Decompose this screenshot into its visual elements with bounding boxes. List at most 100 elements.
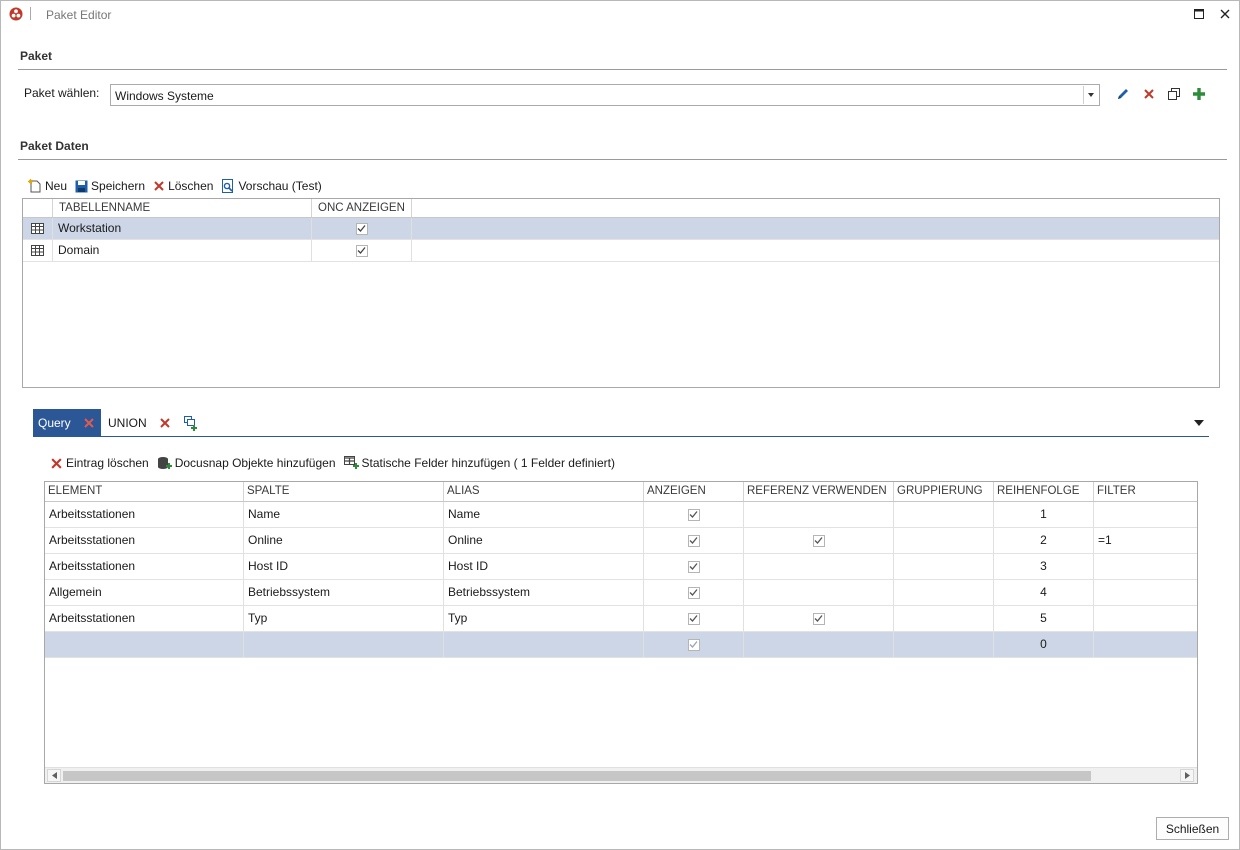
column-header[interactable]: ALIAS	[444, 482, 644, 501]
element-cell[interactable]	[45, 632, 244, 657]
column-header[interactable]: SPALTE	[244, 482, 444, 501]
column-header[interactable]: REFERENZ VERWENDEN	[744, 482, 894, 501]
reihenfolge-cell[interactable]: 3	[994, 554, 1094, 579]
onc-checkbox[interactable]	[312, 218, 412, 239]
column-header[interactable]: FILTER	[1094, 482, 1197, 501]
anzeigen-cell[interactable]	[644, 580, 744, 605]
reihenfolge-cell[interactable]: 0	[994, 632, 1094, 657]
delete-paket-button[interactable]	[1140, 85, 1158, 103]
scroll-left-icon[interactable]	[47, 769, 61, 782]
add-docusnap-objects-button[interactable]: Docusnap Objekte hinzufügen	[157, 456, 336, 470]
referenz-cell[interactable]	[744, 606, 894, 631]
anzeigen-cell[interactable]	[644, 606, 744, 631]
spalte-cell[interactable]: Betriebssystem	[244, 580, 444, 605]
onc-checkbox[interactable]	[312, 240, 412, 261]
anzeigen-cell[interactable]	[644, 502, 744, 527]
element-cell[interactable]: Arbeitsstationen	[45, 606, 244, 631]
checkbox[interactable]	[687, 508, 700, 521]
alias-cell[interactable]: Online	[444, 528, 644, 553]
column-header[interactable]: TABELLENNAME	[53, 199, 312, 217]
edit-paket-button[interactable]	[1114, 85, 1132, 103]
filter-cell[interactable]	[1094, 632, 1197, 657]
element-cell[interactable]: Arbeitsstationen	[45, 554, 244, 579]
reihenfolge-cell[interactable]: 4	[994, 580, 1094, 605]
spalte-cell[interactable]: Typ	[244, 606, 444, 631]
reihenfolge-cell[interactable]: 1	[994, 502, 1094, 527]
element-cell[interactable]: Arbeitsstationen	[45, 502, 244, 527]
referenz-cell[interactable]	[744, 528, 894, 553]
checkbox[interactable]	[687, 638, 700, 651]
reihenfolge-cell[interactable]: 5	[994, 606, 1094, 631]
checkbox[interactable]	[812, 612, 825, 625]
referenz-cell[interactable]	[744, 580, 894, 605]
gruppierung-cell[interactable]	[894, 580, 994, 605]
query-field-row[interactable]: Arbeitsstationen Host ID Host ID 3	[45, 554, 1197, 580]
anzeigen-cell[interactable]	[644, 528, 744, 553]
alias-cell[interactable]	[444, 632, 644, 657]
paket-select-dropdown[interactable]: Windows Systeme	[110, 84, 1100, 106]
checkbox[interactable]	[687, 560, 700, 573]
tab-query[interactable]: Query	[33, 409, 101, 437]
referenz-cell[interactable]	[744, 554, 894, 579]
column-header[interactable]: ONC ANZEIGEN	[312, 199, 412, 217]
scroll-right-icon[interactable]	[1180, 769, 1194, 782]
anzeigen-cell[interactable]	[644, 632, 744, 657]
filter-cell[interactable]	[1094, 502, 1197, 527]
table-row[interactable]: Workstation	[23, 218, 1219, 240]
element-cell[interactable]: Arbeitsstationen	[45, 528, 244, 553]
reihenfolge-cell[interactable]: 2	[994, 528, 1094, 553]
dropdown-arrow-icon[interactable]	[1083, 86, 1098, 104]
column-header[interactable]: ANZEIGEN	[644, 482, 744, 501]
new-button[interactable]: Neu	[28, 179, 67, 193]
alias-cell[interactable]: Name	[444, 502, 644, 527]
gruppierung-cell[interactable]	[894, 502, 994, 527]
query-field-row[interactable]: Arbeitsstationen Name Name 1	[45, 502, 1197, 528]
spalte-cell[interactable]: Online	[244, 528, 444, 553]
element-cell[interactable]: Allgemein	[45, 580, 244, 605]
gruppierung-cell[interactable]	[894, 606, 994, 631]
gruppierung-cell[interactable]	[894, 632, 994, 657]
table-name-cell[interactable]: Domain	[53, 240, 312, 261]
maximize-button[interactable]	[1191, 6, 1207, 22]
tab-union[interactable]: UNION	[108, 416, 147, 430]
checkbox[interactable]	[687, 586, 700, 599]
table-name-cell[interactable]: Workstation	[53, 218, 312, 239]
checkbox[interactable]	[687, 612, 700, 625]
query-field-row[interactable]: 0	[45, 632, 1197, 658]
alias-cell[interactable]: Host ID	[444, 554, 644, 579]
gruppierung-cell[interactable]	[894, 554, 994, 579]
spalte-cell[interactable]	[244, 632, 444, 657]
delete-entry-button[interactable]: Eintrag löschen	[50, 456, 149, 470]
close-tab-icon[interactable]	[83, 417, 95, 429]
referenz-cell[interactable]	[744, 502, 894, 527]
gruppierung-cell[interactable]	[894, 528, 994, 553]
alias-cell[interactable]: Typ	[444, 606, 644, 631]
query-field-row[interactable]: Allgemein Betriebssystem Betriebssystem 4	[45, 580, 1197, 606]
horizontal-scrollbar[interactable]	[45, 767, 1197, 783]
close-button[interactable]: Schließen	[1156, 817, 1229, 840]
add-union-button[interactable]	[181, 414, 199, 432]
tab-menu-button[interactable]	[1190, 414, 1208, 432]
filter-cell[interactable]: =1	[1094, 528, 1197, 553]
checkbox[interactable]	[687, 534, 700, 547]
add-paket-button[interactable]	[1190, 85, 1208, 103]
add-static-fields-button[interactable]: Statische Felder hinzufügen ( 1 Felder d…	[343, 456, 615, 470]
anzeigen-cell[interactable]	[644, 554, 744, 579]
filter-cell[interactable]	[1094, 580, 1197, 605]
spalte-cell[interactable]: Name	[244, 502, 444, 527]
remove-union-button[interactable]	[156, 414, 174, 432]
delete-button[interactable]: Löschen	[153, 179, 213, 193]
column-header[interactable]: GRUPPIERUNG	[894, 482, 994, 501]
query-field-row[interactable]: Arbeitsstationen Online Online 2 =1	[45, 528, 1197, 554]
column-header[interactable]: ELEMENT	[45, 482, 244, 501]
alias-cell[interactable]: Betriebssystem	[444, 580, 644, 605]
save-button[interactable]: Speichern	[75, 179, 145, 193]
filter-cell[interactable]	[1094, 606, 1197, 631]
query-field-row[interactable]: Arbeitsstationen Typ Typ 5	[45, 606, 1197, 632]
copy-paket-button[interactable]	[1165, 85, 1183, 103]
preview-button[interactable]: Vorschau (Test)	[221, 179, 322, 193]
close-window-button[interactable]	[1217, 6, 1233, 22]
spalte-cell[interactable]: Host ID	[244, 554, 444, 579]
column-header[interactable]: REIHENFOLGE	[994, 482, 1094, 501]
filter-cell[interactable]	[1094, 554, 1197, 579]
